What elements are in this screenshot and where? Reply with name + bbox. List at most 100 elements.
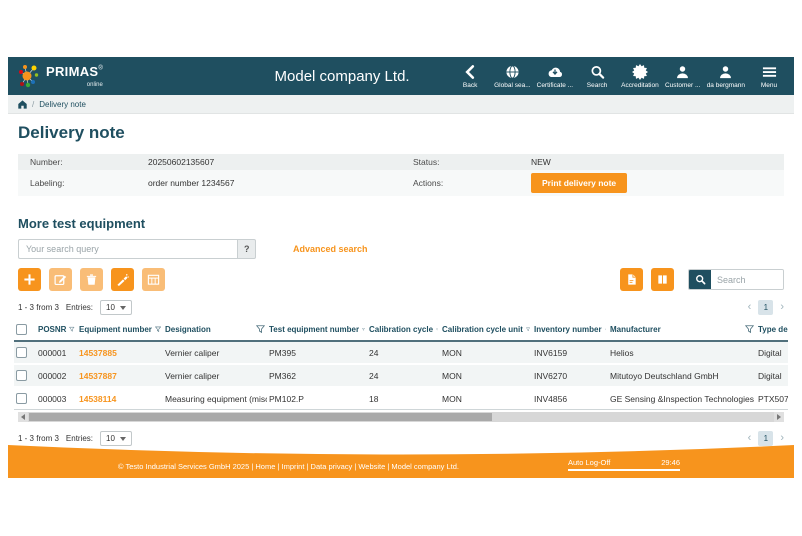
equipment-number-link[interactable]: 14538114 bbox=[79, 394, 116, 404]
filter-funnel-icon[interactable] bbox=[605, 325, 606, 334]
search-icon bbox=[590, 64, 605, 80]
export-file-button[interactable] bbox=[620, 268, 643, 291]
row-checkbox[interactable] bbox=[16, 393, 27, 404]
table-row[interactable]: 000003 14538114 Measuring equipment (mis… bbox=[14, 387, 788, 410]
table-row[interactable]: 000001 14537885 Vernier caliper PM395 24… bbox=[14, 341, 788, 364]
logo-text: PRIMAS bbox=[46, 64, 98, 79]
page-number-button[interactable]: 1 bbox=[758, 300, 773, 315]
filter-funnel-icon[interactable] bbox=[69, 325, 75, 334]
add-button[interactable] bbox=[18, 268, 41, 291]
auto-logoff: Auto Log-Off 29:46 bbox=[568, 458, 680, 471]
nav-accreditation[interactable]: Accreditation bbox=[620, 62, 660, 91]
search-query-input[interactable] bbox=[18, 239, 237, 259]
filter-funnel-icon[interactable] bbox=[745, 325, 754, 334]
pagination-top: 1 - 3 from 3 Entries: 10 ‹ 1 › bbox=[18, 300, 784, 315]
entries-select[interactable]: 10 bbox=[100, 300, 132, 315]
advanced-search-link[interactable]: Advanced search bbox=[293, 244, 368, 254]
scrollbar-track[interactable] bbox=[28, 412, 774, 422]
column-settings-button[interactable] bbox=[651, 268, 674, 291]
section-title-more-test-equipment: More test equipment bbox=[18, 216, 784, 231]
filter-funnel-icon[interactable] bbox=[436, 325, 438, 334]
nav-menu[interactable]: Menu bbox=[750, 62, 788, 91]
table-header-row: POSNR Equipment number Designation Test … bbox=[14, 319, 788, 341]
trash-icon bbox=[85, 273, 98, 286]
table-search bbox=[688, 269, 784, 290]
user-icon bbox=[718, 64, 733, 80]
accreditation-seal-icon bbox=[632, 64, 648, 80]
home-icon[interactable] bbox=[18, 100, 27, 109]
user-icon bbox=[675, 64, 690, 80]
table-row[interactable]: 000002 14537887 Vernier caliper PM362 24… bbox=[14, 364, 788, 387]
columns-icon bbox=[656, 273, 669, 286]
info-row-labeling-actions: Labeling: order number 1234567 Actions: … bbox=[18, 170, 784, 196]
result-range: 1 - 3 from 3 bbox=[18, 303, 59, 312]
prev-page-button[interactable]: ‹ bbox=[748, 302, 752, 313]
row-checkbox[interactable] bbox=[16, 347, 27, 358]
nav-global-search[interactable]: Global sea... bbox=[493, 62, 532, 91]
nav-customer[interactable]: Customer ... bbox=[664, 62, 702, 91]
equipment-number-link[interactable]: 14537885 bbox=[79, 348, 117, 358]
auto-logoff-timer: 29:46 bbox=[661, 458, 680, 467]
globe-icon bbox=[505, 64, 520, 80]
labeling-label: Labeling: bbox=[18, 178, 148, 188]
row-checkbox[interactable] bbox=[16, 370, 27, 381]
status-badge: NEW bbox=[531, 157, 784, 167]
table-grid-icon bbox=[147, 273, 160, 286]
file-export-icon bbox=[625, 273, 638, 286]
logo-registered-mark: ® bbox=[98, 66, 102, 72]
edit-pencil-icon bbox=[54, 273, 67, 286]
brush-button[interactable] bbox=[111, 268, 134, 291]
horizontal-scrollbar[interactable] bbox=[18, 412, 784, 422]
footer: © Testo Industrial Services GmbH 2025 | … bbox=[8, 440, 794, 478]
number-value: 20250602135607 bbox=[148, 157, 401, 167]
table-toolbar bbox=[18, 268, 784, 291]
info-row-number-status: Number: 20250602135607 Status: NEW bbox=[18, 154, 784, 170]
auto-logoff-progress bbox=[568, 469, 680, 471]
breadcrumb-page[interactable]: Delivery note bbox=[39, 100, 86, 109]
page-title: Delivery note bbox=[18, 123, 784, 143]
nav-back[interactable]: Back bbox=[451, 62, 489, 91]
cloud-download-icon bbox=[547, 64, 563, 80]
actions-label: Actions: bbox=[401, 178, 531, 188]
print-delivery-note-button[interactable]: Print delivery note bbox=[531, 173, 627, 193]
breadcrumb-separator: / bbox=[32, 100, 34, 109]
filter-funnel-icon[interactable] bbox=[362, 325, 365, 334]
filter-funnel-icon[interactable] bbox=[526, 325, 530, 334]
scrollbar-thumb[interactable] bbox=[29, 413, 492, 421]
table-view-button[interactable] bbox=[142, 268, 165, 291]
scroll-left-arrow-icon[interactable] bbox=[18, 412, 28, 422]
logo-tagline: online bbox=[46, 82, 103, 88]
next-page-button[interactable]: › bbox=[780, 302, 784, 313]
pager: ‹ 1 › bbox=[748, 300, 784, 315]
table-search-button[interactable] bbox=[689, 270, 711, 289]
primas-logo[interactable]: PRIMAS® online bbox=[18, 63, 103, 90]
delivery-note-details: Number: 20250602135607 Status: NEW Label… bbox=[18, 154, 784, 196]
primas-molecule-icon bbox=[18, 63, 42, 90]
number-label: Number: bbox=[18, 157, 148, 167]
filter-funnel-icon[interactable] bbox=[155, 325, 161, 334]
equipment-table: POSNR Equipment number Designation Test … bbox=[14, 319, 788, 410]
footer-links[interactable]: © Testo Industrial Services GmbH 2025 | … bbox=[118, 462, 459, 471]
equipment-number-link[interactable]: 14537887 bbox=[79, 371, 117, 381]
search-help-button[interactable]: ? bbox=[237, 239, 256, 259]
nav-user-account[interactable]: da bergmann bbox=[706, 62, 746, 91]
status-label: Status: bbox=[401, 157, 531, 167]
delete-button[interactable] bbox=[80, 268, 103, 291]
nav-search[interactable]: Search bbox=[578, 62, 616, 91]
search-row: ? Advanced search bbox=[18, 239, 784, 259]
search-icon bbox=[695, 274, 706, 285]
app-window: PRIMAS® online Model company Ltd. Back G… bbox=[8, 57, 794, 478]
breadcrumb: / Delivery note bbox=[8, 95, 794, 114]
scroll-right-arrow-icon[interactable] bbox=[774, 412, 784, 422]
select-all-checkbox[interactable] bbox=[16, 324, 27, 335]
entries-label: Entries: bbox=[66, 303, 93, 312]
back-chevron-icon bbox=[463, 64, 478, 80]
edit-button[interactable] bbox=[49, 268, 72, 291]
chevron-down-icon bbox=[120, 306, 126, 310]
nav-certificate-download[interactable]: Certificate ... bbox=[536, 62, 574, 91]
company-title: Model company Ltd. bbox=[275, 68, 410, 85]
labeling-value: order number 1234567 bbox=[148, 178, 401, 188]
filter-funnel-icon[interactable] bbox=[256, 325, 265, 334]
hamburger-menu-icon bbox=[762, 64, 777, 80]
table-search-input[interactable] bbox=[711, 270, 783, 289]
